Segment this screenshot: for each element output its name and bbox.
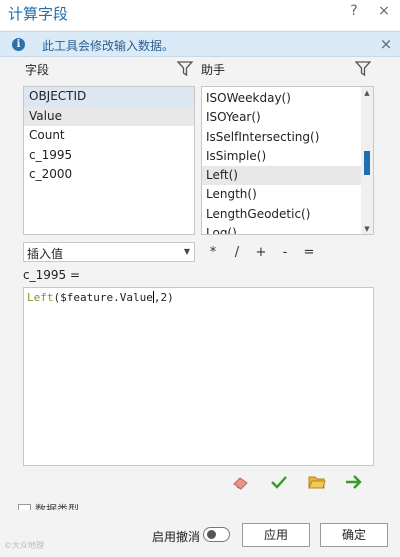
enable-undo-toggle[interactable] xyxy=(203,527,230,542)
info-icon: i xyxy=(12,38,25,51)
enable-undo-label: 启用撤消 xyxy=(152,530,201,544)
list-item[interactable]: LengthGeodetic() xyxy=(202,205,362,224)
code-argument: $feature.Value xyxy=(60,291,153,304)
fields-header: 字段 xyxy=(25,63,50,77)
operator-divide[interactable]: / xyxy=(230,245,244,260)
data-type-label: 数据类型 xyxy=(35,503,79,510)
list-item[interactable]: c_2000 xyxy=(24,165,194,185)
filter-icon[interactable] xyxy=(177,60,193,78)
data-type-checkbox[interactable] xyxy=(18,504,31,510)
toggle-knob xyxy=(207,530,216,539)
list-item[interactable]: IsSelfIntersecting() xyxy=(202,128,362,147)
expression-target-label: c_1995 = xyxy=(23,268,81,282)
scroll-up-icon[interactable]: ▲ xyxy=(363,89,371,97)
helpers-header: 助手 xyxy=(201,63,226,77)
list-item[interactable]: Length() xyxy=(202,185,362,204)
ok-button[interactable]: 确定 xyxy=(320,523,388,547)
help-button[interactable]: ? xyxy=(345,2,363,20)
fields-list[interactable]: OBJECTID Value Count c_1995 c_2000 xyxy=(23,86,195,235)
filter-icon[interactable] xyxy=(355,60,371,78)
list-item[interactable]: Count xyxy=(24,126,194,146)
list-item[interactable]: IsSimple() xyxy=(202,147,362,166)
scrollbar-thumb[interactable] xyxy=(364,151,370,175)
info-close-button[interactable]: × xyxy=(378,35,394,53)
list-item[interactable]: Log() xyxy=(202,224,362,234)
checkmark-icon[interactable] xyxy=(270,474,288,490)
insert-values-label: 插入值 xyxy=(27,247,64,261)
info-banner: i 此工具会修改输入数据。 × xyxy=(0,31,400,57)
list-item[interactable]: Left() xyxy=(202,166,362,186)
insert-values-dropdown[interactable]: 插入值 ▼ xyxy=(23,242,195,262)
helpers-scrollbar[interactable]: ▲ ▼ xyxy=(361,87,373,234)
info-message: 此工具会修改输入数据。 xyxy=(42,39,175,53)
list-item[interactable]: OBJECTID xyxy=(24,87,194,107)
folder-icon[interactable] xyxy=(308,474,326,490)
helpers-list[interactable]: ISOWeekday() ISOYear() IsSelfIntersectin… xyxy=(201,86,374,235)
title-bar: 计算字段 ? × xyxy=(0,0,400,30)
code-paren-close: ) xyxy=(167,291,174,304)
scroll-down-icon[interactable]: ▼ xyxy=(363,225,371,233)
chevron-down-icon: ▼ xyxy=(183,247,190,256)
list-item[interactable]: Value xyxy=(24,106,194,126)
expression-editor[interactable]: Left($feature.Value,2) xyxy=(23,287,374,466)
list-item[interactable]: ISOYear() xyxy=(202,108,362,127)
operator-multiply[interactable]: * xyxy=(206,245,220,260)
code-function: Left xyxy=(27,291,54,304)
list-item[interactable]: c_1995 xyxy=(24,146,194,166)
operator-plus[interactable]: + xyxy=(254,245,268,260)
eraser-icon[interactable] xyxy=(232,474,250,490)
list-item[interactable]: ISOWeekday() xyxy=(202,89,362,108)
watermark: ©大众地理 xyxy=(4,541,44,550)
window-title: 计算字段 xyxy=(8,5,69,23)
operator-equals[interactable]: = xyxy=(302,245,316,260)
close-button[interactable]: × xyxy=(375,2,393,20)
operator-minus[interactable]: - xyxy=(278,245,292,260)
arrow-right-icon[interactable] xyxy=(345,474,363,490)
apply-button[interactable]: 应用 xyxy=(242,523,310,547)
